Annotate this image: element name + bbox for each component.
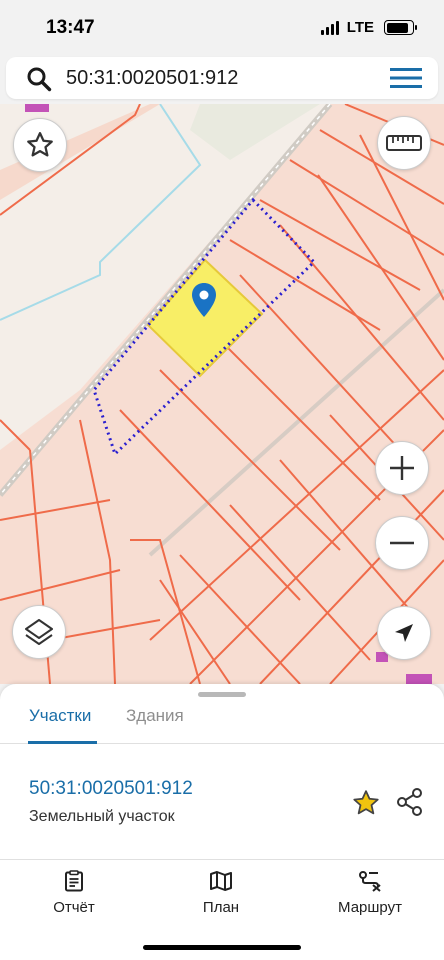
search-input[interactable] — [66, 57, 366, 99]
status-time: 13:47 — [46, 17, 95, 38]
parcel-type: Земельный участок — [29, 808, 175, 825]
navigation-button[interactable] — [377, 606, 431, 660]
navigation-arrow-icon — [395, 624, 413, 642]
sheet-drag-handle[interactable] — [198, 692, 246, 697]
bottom-sheet: Участки Здания 50:31:0020501:912 Земельн… — [0, 684, 444, 960]
favorite-star-button[interactable] — [13, 118, 67, 172]
nav-plan[interactable]: План — [161, 870, 281, 916]
parcel-list-item[interactable]: 50:31:0020501:912 Земельный участок — [0, 746, 444, 860]
nav-route-label: Маршрут — [338, 899, 402, 916]
status-bar: 13:47 LTE — [0, 0, 444, 56]
nav-plan-label: План — [202, 899, 240, 916]
cadastral-map — [0, 104, 444, 684]
location-pin-icon[interactable] — [191, 282, 217, 318]
nav-report[interactable]: Отчёт — [14, 870, 134, 916]
tab-buildings[interactable]: Здания — [126, 706, 184, 726]
zoom-out-button[interactable] — [375, 516, 429, 570]
search-bar — [6, 57, 438, 99]
layers-button[interactable] — [12, 605, 66, 659]
report-icon — [65, 870, 83, 892]
network-type: LTE — [346, 19, 374, 36]
tab-parcels[interactable]: Участки — [29, 706, 91, 726]
search-icon[interactable] — [26, 66, 52, 92]
favorite-star-icon — [27, 132, 53, 157]
tab-bar: Участки Здания — [0, 700, 444, 744]
star-icon[interactable] — [351, 788, 381, 818]
status-indicators: LTE — [320, 19, 417, 36]
zoom-in-icon — [390, 456, 414, 480]
layers-icon — [25, 619, 53, 645]
route-icon — [359, 871, 381, 892]
signal-icon — [320, 20, 339, 35]
active-tab-indicator — [28, 741, 97, 744]
share-icon[interactable] — [395, 787, 425, 817]
nav-route[interactable]: Маршрут — [310, 870, 430, 916]
nav-report-label: Отчёт — [53, 899, 95, 916]
ruler-icon — [386, 135, 422, 151]
parcel-cadastral-number[interactable]: 50:31:0020501:912 — [29, 778, 193, 800]
zoom-out-icon — [390, 541, 414, 545]
map-view[interactable] — [0, 104, 444, 684]
map-plan-icon — [210, 871, 232, 891]
ruler-button[interactable] — [377, 116, 431, 170]
home-indicator — [143, 945, 301, 950]
hamburger-menu-icon[interactable] — [390, 67, 422, 89]
zoom-in-button[interactable] — [375, 441, 429, 495]
battery-icon — [384, 20, 417, 35]
